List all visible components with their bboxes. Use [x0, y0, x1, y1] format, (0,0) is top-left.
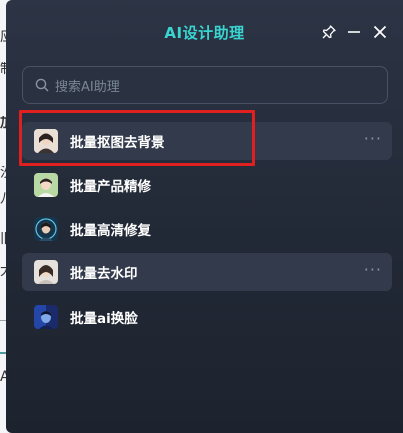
highlight-annotation-box	[19, 110, 255, 166]
close-button[interactable]	[370, 22, 390, 42]
pin-icon	[322, 25, 336, 39]
assistant-item-watermark-removal[interactable]: 批量去水印 ···	[22, 253, 392, 291]
search-icon	[35, 78, 49, 92]
minimize-icon	[348, 31, 360, 33]
avatar	[34, 173, 58, 197]
assistant-item-product-retouch[interactable]: 批量产品精修	[22, 166, 392, 204]
avatar	[34, 305, 58, 329]
avatar	[34, 260, 58, 284]
avatar	[34, 217, 58, 241]
item-label: 批量产品精修	[70, 179, 151, 195]
assistant-item-hd-restore[interactable]: 批量高清修复	[22, 210, 392, 248]
search-input[interactable]: 搜索AI助理	[22, 66, 388, 104]
item-label: 批量ai换脸	[70, 311, 138, 327]
more-options-icon[interactable]: ···	[364, 131, 382, 147]
close-icon	[373, 25, 387, 39]
ai-assistant-panel: AI设计助理 搜索AI助理 批量抠图去背景 ··· 批量产品精修 批量高清修复 …	[6, 0, 403, 433]
item-label: 批量高清修复	[70, 223, 151, 239]
pin-button[interactable]	[319, 22, 339, 42]
item-label: 批量去水印	[70, 266, 138, 282]
search-placeholder: 搜索AI助理	[55, 79, 120, 95]
more-options-icon[interactable]: ···	[364, 262, 382, 278]
minimize-button[interactable]	[344, 22, 364, 42]
assistant-item-face-swap[interactable]: 批量ai换脸	[22, 298, 392, 336]
